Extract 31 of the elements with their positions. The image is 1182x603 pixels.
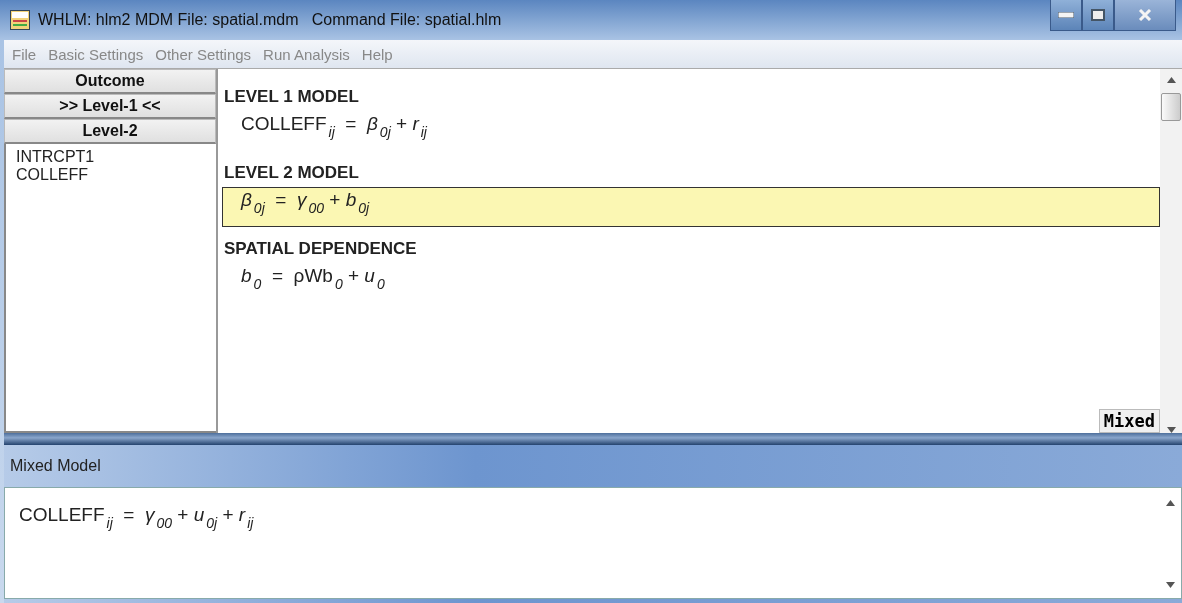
equation: COLLEFF$_{ij}$ = γ$_{00}$ + u$_{0j}$ + r$_{ij}$ bbox=[19, 503, 255, 533]
minimize-button[interactable] bbox=[1050, 0, 1082, 31]
scroll-up-arrow-icon[interactable] bbox=[1166, 77, 1176, 83]
close-icon bbox=[1138, 9, 1152, 21]
section-heading: SPATIAL DEPENDENCE bbox=[224, 239, 418, 259]
equation: β$_{0j}$ = γ$_{00}$ + b$_{0j}$ bbox=[241, 188, 371, 218]
maximize-button[interactable] bbox=[1082, 0, 1114, 31]
level-tab[interactable]: >> Level-1 << bbox=[4, 94, 216, 119]
maximize-icon bbox=[1091, 9, 1105, 21]
app-icon bbox=[10, 10, 30, 30]
level-tab[interactable]: Outcome bbox=[4, 69, 216, 94]
equation: COLLEFF$_{ij}$ = β$_{0j}$ + r$_{ij}$ bbox=[241, 112, 428, 142]
minimize-icon bbox=[1058, 12, 1074, 18]
variable-item[interactable]: COLLEFF bbox=[16, 166, 206, 184]
panel-title: Mixed Model bbox=[9, 456, 102, 476]
scroll-up-arrow-icon[interactable] bbox=[1165, 500, 1175, 506]
equation-row[interactable]: COLLEFF$_{ij}$ = β$_{0j}$ + r$_{ij}$ bbox=[222, 111, 1160, 151]
section-heading: LEVEL 2 MODEL bbox=[224, 163, 360, 183]
scroll-down-arrow-icon[interactable] bbox=[1165, 582, 1175, 588]
equation: b$_{0}$ = ρWb$_{0}$ + u$_{0}$ bbox=[241, 264, 386, 294]
level-tab[interactable]: Level-2 bbox=[4, 119, 216, 144]
equation-row[interactable]: b$_{0}$ = ρWb$_{0}$ + u$_{0}$ bbox=[222, 263, 1160, 303]
view-button[interactable]: Mixed bbox=[1098, 409, 1160, 433]
equation-row[interactable]: β$_{0j}$ = γ$_{00}$ + b$_{0j}$ bbox=[222, 187, 1160, 227]
close-button[interactable] bbox=[1114, 0, 1176, 31]
scroll-down-arrow-icon[interactable] bbox=[1166, 427, 1176, 433]
section-heading: LEVEL 1 MODEL bbox=[224, 87, 360, 107]
variable-item[interactable]: INTRCPT1 bbox=[16, 148, 206, 166]
window-title: WHLM: hlm2 MDM File: spatial.mdm Command File: spatial.hlm bbox=[38, 11, 502, 29]
splitter-bar[interactable] bbox=[4, 433, 1182, 445]
scrollbar-thumb[interactable] bbox=[1161, 93, 1181, 121]
